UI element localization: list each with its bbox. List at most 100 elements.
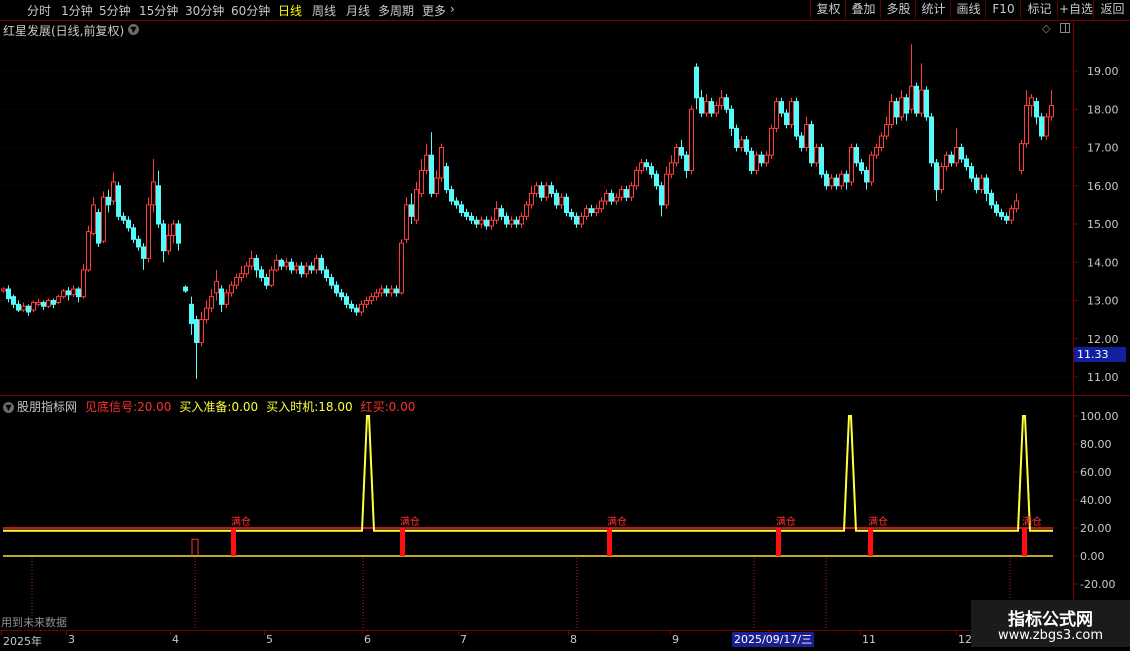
candle-body: [364, 300, 369, 305]
date-tick-label: 11: [862, 633, 876, 646]
candlestick: [264, 273, 269, 290]
candlestick: [809, 120, 814, 167]
candle-body: [594, 208, 599, 214]
candlestick: [739, 136, 744, 152]
candle-body: [929, 116, 934, 164]
candlestick: [101, 191, 106, 244]
candle-body: [819, 147, 824, 175]
candlestick: [769, 124, 774, 159]
candle-body: [116, 185, 121, 217]
candlestick: [629, 181, 634, 202]
chevron-down-icon[interactable]: ▼: [3, 402, 14, 413]
candlestick: [161, 220, 166, 263]
candlestick: [106, 189, 111, 213]
signal-label: 满仓: [776, 515, 796, 528]
candle-body: [564, 196, 569, 214]
candle-body: [106, 196, 111, 206]
candlestick: [6, 285, 11, 303]
candle-body: [549, 185, 554, 194]
candle-body: [884, 124, 889, 137]
candlestick: [136, 235, 141, 251]
candle-body: [664, 173, 669, 206]
signal-label: 满仓: [868, 515, 888, 528]
candlestick: [339, 289, 344, 301]
panel-toggle-icon[interactable]: [1060, 23, 1070, 33]
indicator-tick-label: 20.00: [1080, 522, 1112, 535]
date-tick: [956, 631, 957, 635]
candlestick: [514, 216, 519, 228]
candle-body: [404, 204, 409, 240]
candle-body: [579, 215, 584, 225]
candle-body: [1004, 215, 1009, 221]
candlestick: [61, 289, 66, 299]
candle-body: [604, 192, 609, 202]
candle-body: [969, 166, 974, 179]
candlestick: [66, 287, 71, 301]
candlestick-chart: 11.00 12.00 13.00 14.00 15.00 16.00 17.00 18.00…: [0, 44, 1119, 630]
price-tick-label: 11.00: [1087, 371, 1119, 384]
candlestick: [819, 143, 824, 179]
candlestick: [579, 212, 584, 228]
candle-body: [86, 231, 91, 271]
candle-body: [709, 101, 714, 114]
signal-bar: [400, 528, 405, 556]
candle-body: [171, 223, 176, 236]
candle-body: [41, 301, 46, 307]
candlestick: [56, 294, 61, 305]
candle-body: [379, 288, 384, 294]
candlestick: [1029, 93, 1034, 117]
candle-body: [994, 204, 999, 214]
diamond-icon[interactable]: ◇: [1042, 22, 1050, 35]
price-tick-label: 13.00: [1087, 295, 1119, 308]
candle-body: [244, 265, 249, 275]
candle-body: [784, 112, 789, 126]
candlestick: [404, 197, 409, 244]
candle-body: [424, 154, 429, 171]
candlestick: [374, 289, 379, 301]
candle-body: [26, 305, 31, 313]
candle-body: [589, 208, 594, 214]
candle-body: [309, 265, 314, 271]
candle-body: [744, 139, 749, 152]
candlestick: [439, 143, 444, 182]
candlestick: [234, 273, 239, 290]
candle-body: [584, 208, 589, 217]
candle-body: [574, 215, 579, 225]
panel-divider[interactable]: [0, 395, 1130, 396]
candlestick: [464, 208, 469, 221]
candlestick: [664, 166, 669, 209]
candlestick: [46, 298, 51, 309]
candlestick: [734, 124, 739, 152]
candle-body: [949, 154, 954, 164]
candlestick: [789, 97, 794, 129]
candle-body: [1044, 116, 1049, 137]
candlestick: [183, 285, 188, 293]
candle-body: [121, 215, 126, 221]
date-tick: [1, 631, 2, 635]
candlestick: [499, 204, 504, 221]
candlestick: [359, 300, 364, 316]
candle-body: [384, 288, 389, 294]
candlestick: [176, 220, 181, 251]
candle-body: [824, 173, 829, 187]
candle-body: [151, 181, 156, 206]
candlestick: [459, 201, 464, 217]
candlestick: [219, 285, 224, 312]
indicator-name[interactable]: 股朋指标网: [17, 400, 77, 414]
chevron-down-icon[interactable]: ▼: [128, 24, 139, 35]
candlestick: [324, 266, 329, 282]
candlestick: [824, 170, 829, 190]
candlestick: [939, 162, 944, 194]
candle-body: [874, 147, 879, 156]
candle-body: [56, 296, 61, 303]
candlestick: [934, 158, 939, 202]
candle-body: [304, 265, 309, 275]
candlestick: [71, 285, 76, 297]
candle-body: [754, 154, 759, 171]
candle-body: [399, 242, 404, 294]
candlestick: [384, 285, 389, 297]
candlestick: [194, 315, 199, 379]
candle-body: [554, 192, 559, 206]
candlestick: [229, 281, 234, 297]
candlestick: [484, 216, 489, 230]
